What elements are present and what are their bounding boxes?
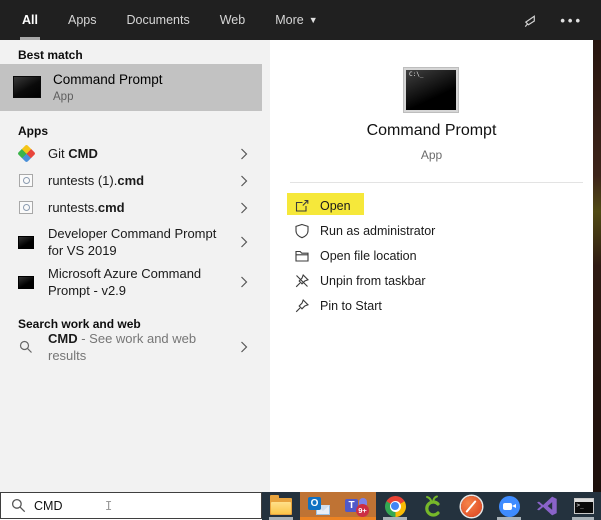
app-result-label: runtests.cmd [48,199,230,216]
apps-section-header: Apps [18,124,48,138]
orange-app-icon [461,496,482,517]
command-prompt-large-icon: C:\_ [404,68,458,112]
taskbar-zoom[interactable] [490,492,528,520]
green-app-icon [422,494,444,518]
chrome-icon [385,496,406,517]
best-match-title: Command Prompt [53,72,163,87]
zoom-icon [499,496,520,517]
action-label: Open file location [320,249,417,263]
search-icon [11,498,26,513]
options-ellipsis-icon[interactable]: ••• [560,13,583,28]
taskbar-outlook[interactable]: O [300,492,338,520]
tab-apps-label: Apps [68,13,97,27]
taskbar: O T 9+ [262,492,601,520]
best-match-result[interactable]: Command Prompt App [0,64,262,111]
search-results-panel: Best match Command Prompt App Apps Git C… [0,40,270,492]
taskbar-file-explorer[interactable] [262,492,300,520]
chevron-right-icon [240,202,248,214]
action-unpin-from-taskbar[interactable]: Unpin from taskbar [270,268,593,293]
folder-icon [294,248,310,264]
web-search-result[interactable]: CMD - See work and web results [0,333,262,360]
action-open-file-location[interactable]: Open file location [270,243,593,268]
tab-documents[interactable]: Documents [122,0,193,40]
chevron-down-icon: ▼ [309,15,318,25]
app-result-developer-cmd[interactable]: Developer Command Prompt for VS 2019 [0,222,262,262]
file-explorer-icon [270,498,292,515]
taskbar-chrome[interactable] [376,492,414,520]
tab-apps[interactable]: Apps [64,0,101,40]
detail-app-subtitle: App [270,148,593,162]
taskbar-orange-app[interactable] [452,492,490,520]
text-cursor: I [105,499,112,513]
app-result-label: Microsoft Azure Command Prompt - v2.9 [48,265,230,299]
visual-studio-icon [536,495,558,517]
tab-documents-label: Documents [126,13,189,27]
shield-icon [294,223,310,239]
tab-all-label: All [22,13,38,27]
best-match-subtitle: App [53,91,73,103]
search-icon [18,339,34,355]
chevron-right-icon [240,341,248,353]
feedback-icon[interactable] [521,12,538,29]
action-pin-to-start[interactable]: Pin to Start [270,293,593,318]
action-label: Unpin from taskbar [320,274,426,288]
chevron-right-icon [240,236,248,248]
tab-web-label: Web [220,13,245,27]
command-prompt-icon: >_ [574,498,594,514]
windows-search-panel: All Apps Documents Web More ▼ ••• Best m… [0,0,601,520]
action-label: Pin to Start [320,299,382,313]
action-label: Open [320,199,351,213]
taskbar-green-app[interactable] [414,492,452,520]
action-label: Run as administrator [320,224,435,238]
open-icon [294,198,310,214]
batch-file-icon [18,200,34,216]
app-result-label: runtests (1).cmd [48,172,230,189]
taskbar-search-box[interactable]: I [0,492,262,519]
app-result-label: Git CMD [48,145,230,162]
tab-all[interactable]: All [18,0,42,40]
pin-icon [294,298,310,314]
app-result-git-cmd[interactable]: Git CMD [0,140,262,167]
command-prompt-icon [18,274,34,290]
chevron-right-icon [240,276,248,288]
git-icon [18,146,34,162]
chevron-right-icon [240,175,248,187]
tab-more[interactable]: More ▼ [271,0,321,40]
teams-icon: T 9+ [345,497,369,516]
taskbar-teams[interactable]: T 9+ [338,492,376,520]
unpin-icon [294,273,310,289]
search-header: All Apps Documents Web More ▼ ••• [0,0,601,40]
tab-web[interactable]: Web [216,0,249,40]
app-result-runtests[interactable]: runtests.cmd [0,194,262,221]
taskbar-command-prompt[interactable]: >_ [566,492,601,520]
chevron-right-icon [240,148,248,160]
result-detail-panel: C:\_ Command Prompt App Open Run as admi… [270,40,593,492]
detail-app-title: Command Prompt [270,122,593,140]
desktop-wallpaper-strip [593,40,601,492]
teams-notification-badge: 9+ [356,504,369,517]
command-prompt-icon [18,234,34,250]
batch-file-icon [18,173,34,189]
tab-more-label: More [275,13,303,27]
app-result-runtests-1[interactable]: runtests (1).cmd [0,167,262,194]
app-result-label: Developer Command Prompt for VS 2019 [48,225,230,259]
outlook-icon: O [308,497,330,515]
command-prompt-icon [13,76,41,98]
best-match-header: Best match [18,48,83,62]
divider [290,182,583,183]
taskbar-visual-studio[interactable] [528,492,566,520]
web-search-label: CMD - See work and web results [48,330,230,364]
app-result-azure-cmd[interactable]: Microsoft Azure Command Prompt - v2.9 [0,262,262,302]
action-run-as-administrator[interactable]: Run as administrator [270,218,593,243]
